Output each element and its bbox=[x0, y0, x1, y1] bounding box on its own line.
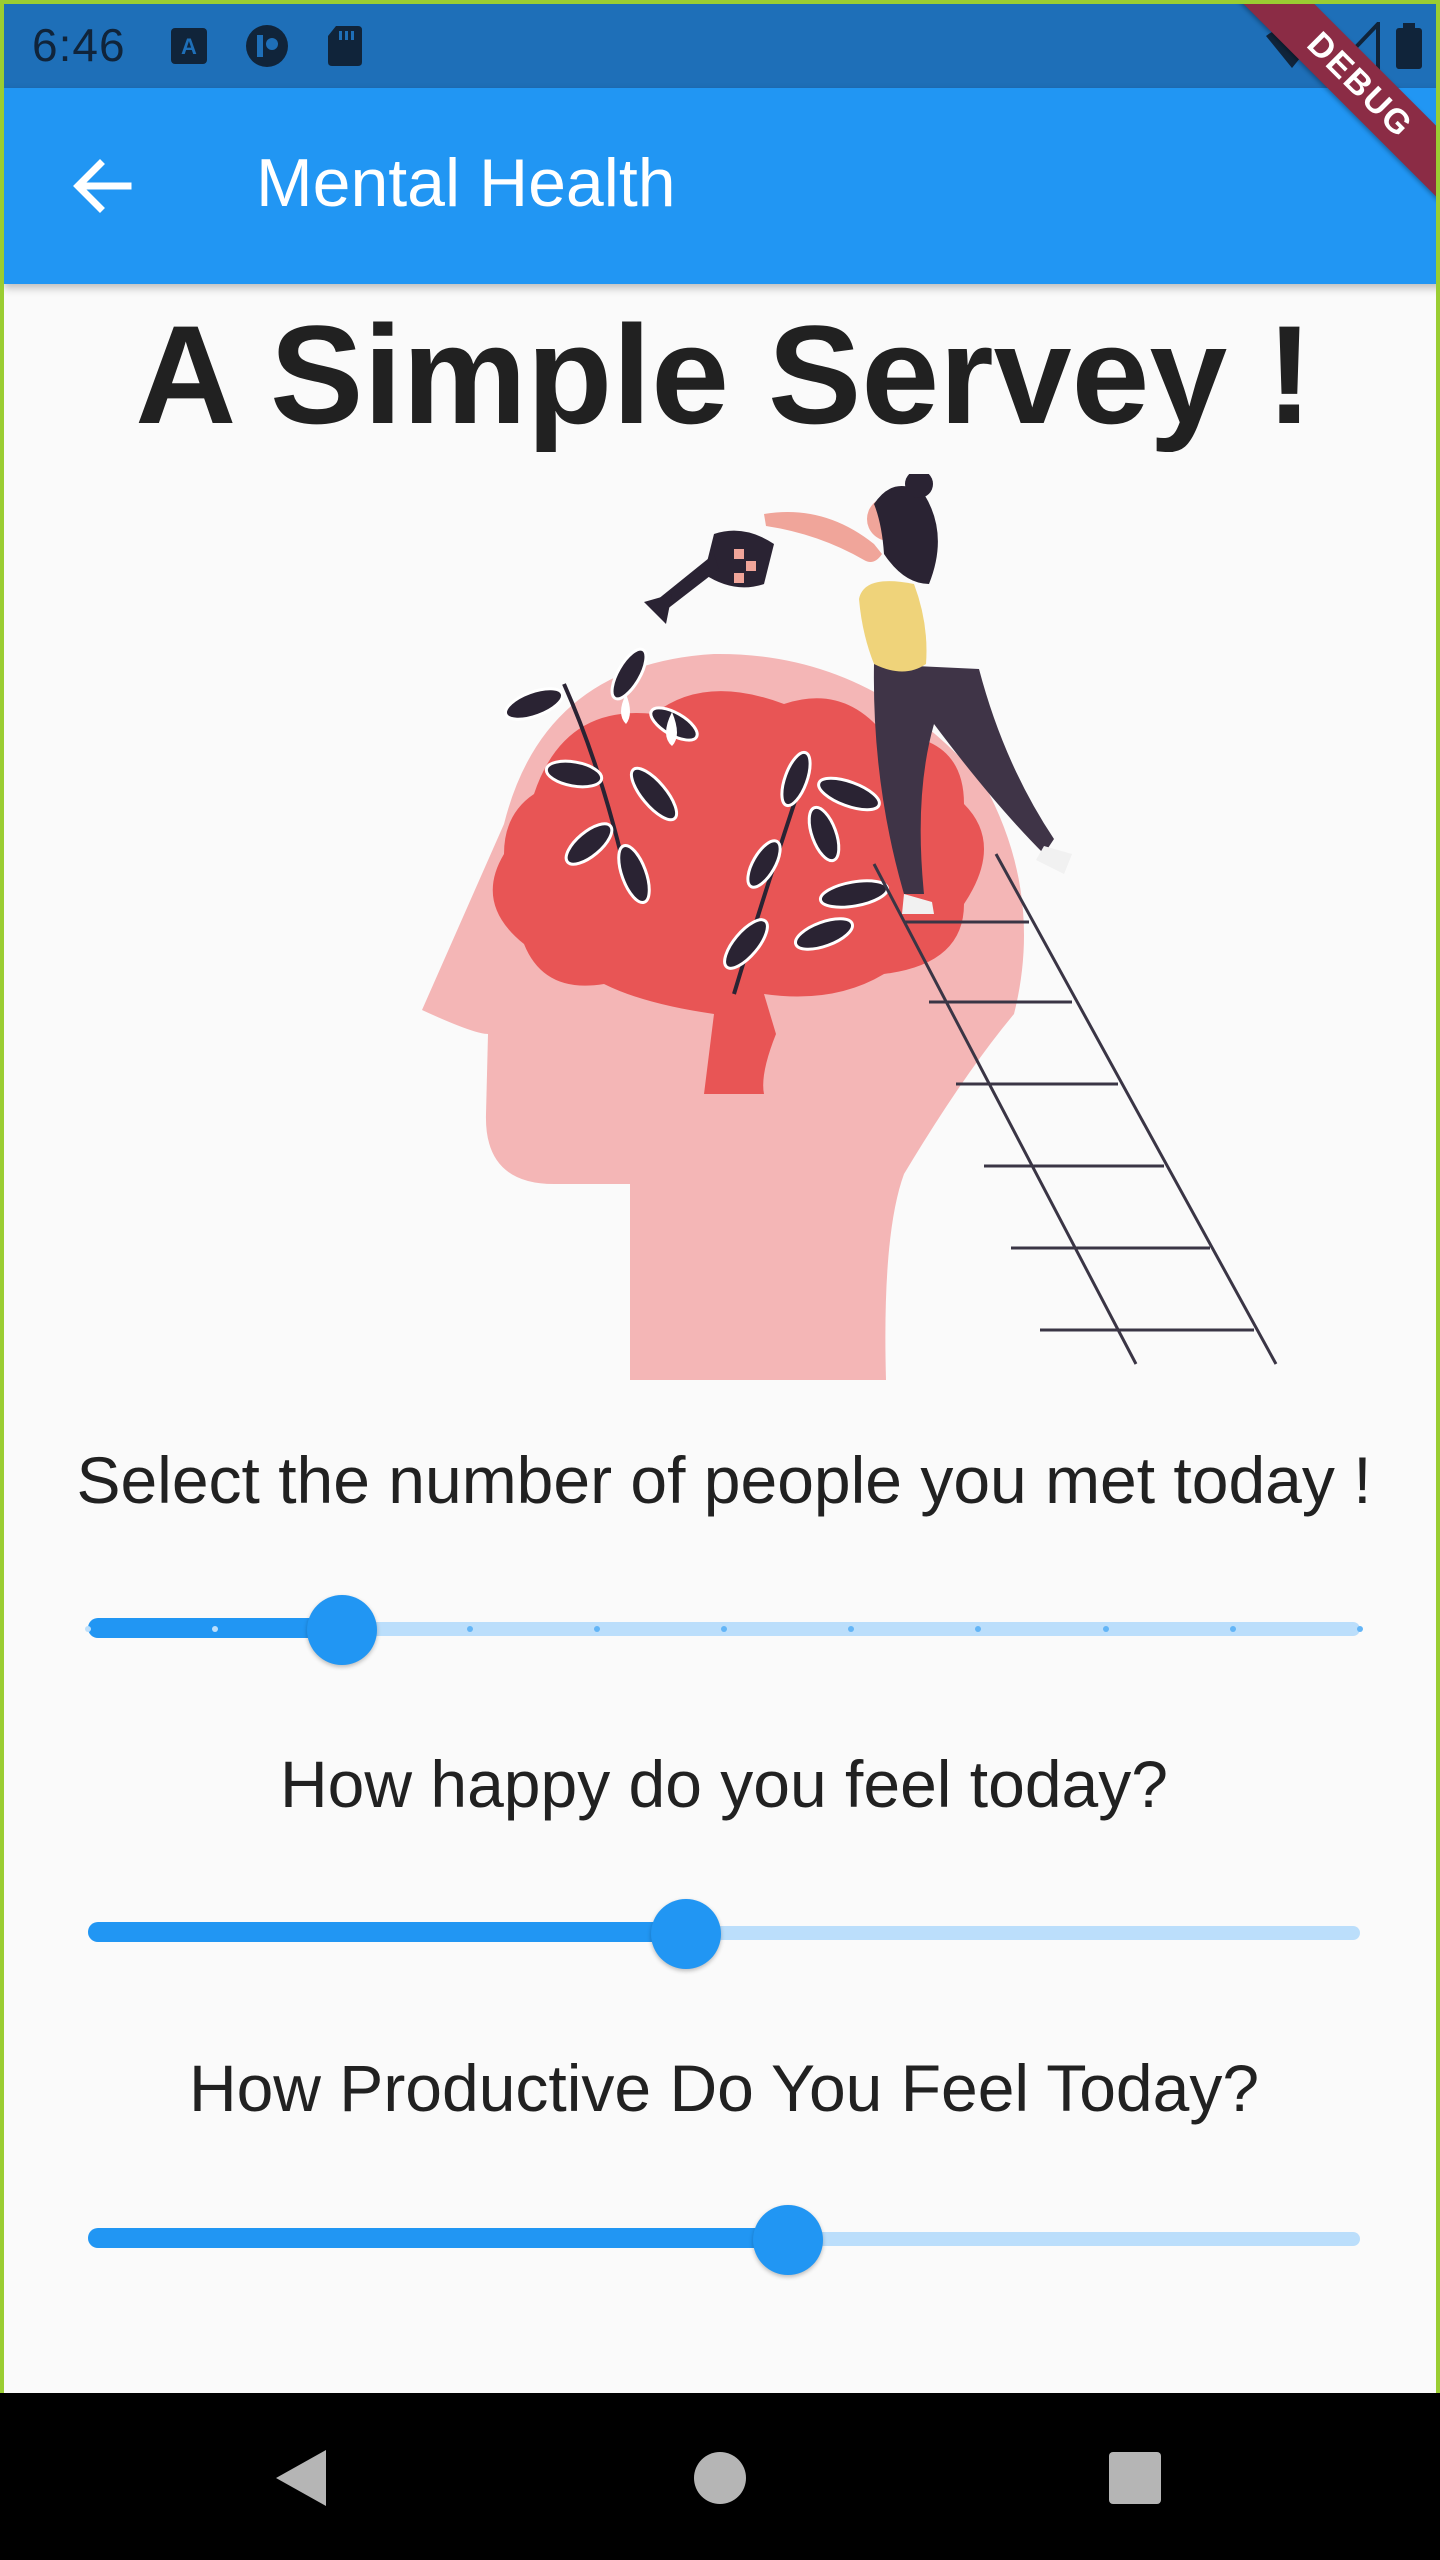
question-productivity: How Productive Do You Feel Today? bbox=[188, 2051, 1260, 2125]
slider-thumb[interactable] bbox=[307, 1595, 378, 1665]
recents-square-icon bbox=[1109, 2452, 1161, 2504]
status-bar: 6:46 A bbox=[4, 4, 1436, 88]
happiness-slider[interactable] bbox=[88, 1888, 1360, 1978]
slider-tick-mark bbox=[1357, 1626, 1363, 1632]
app-frame: 6:46 A Mental Health DEBUG A Simple Serv… bbox=[0, 0, 1440, 2393]
nav-recents-button[interactable] bbox=[1080, 2433, 1190, 2523]
slider-thumb[interactable] bbox=[650, 1899, 721, 1969]
mental-health-plant-illustration bbox=[422, 474, 1278, 1380]
nav-home-button[interactable] bbox=[665, 2433, 775, 2523]
slider-tick-mark bbox=[1102, 1626, 1109, 1632]
app-notification-icon bbox=[246, 25, 288, 67]
home-circle-icon bbox=[694, 2452, 746, 2504]
system-nav-bar bbox=[0, 2393, 1440, 2560]
back-triangle-icon bbox=[276, 2450, 326, 2506]
productivity-slider[interactable] bbox=[88, 2194, 1360, 2284]
people-met-slider[interactable] bbox=[85, 1584, 1363, 1674]
page-heading: A Simple Servey ! bbox=[135, 296, 1313, 453]
slider-active-track bbox=[88, 2228, 788, 2248]
status-time: 6:46 bbox=[32, 19, 126, 71]
back-button[interactable] bbox=[54, 146, 150, 226]
nav-back-button[interactable] bbox=[245, 2433, 355, 2523]
slider-tick-mark bbox=[593, 1626, 600, 1632]
slider-tick-mark bbox=[1229, 1626, 1236, 1632]
app-bar: Mental Health bbox=[4, 88, 1436, 284]
slider-active-track bbox=[88, 1922, 686, 1942]
battery-icon bbox=[1396, 23, 1422, 69]
slider-tick-mark bbox=[466, 1626, 473, 1632]
slider-tick-mark bbox=[85, 1626, 91, 1632]
app-title: Mental Health bbox=[256, 145, 676, 221]
question-happiness: How happy do you feel today? bbox=[280, 1747, 1168, 1821]
sd-card-icon bbox=[328, 26, 362, 66]
question-people-met: Select the number of people you met toda… bbox=[76, 1443, 1372, 1517]
svg-text:A: A bbox=[181, 34, 197, 59]
slider-tick-mark bbox=[721, 1626, 727, 1632]
arrow-back-icon bbox=[73, 159, 132, 213]
a-notification-icon: A bbox=[171, 28, 207, 64]
slider-thumb[interactable] bbox=[752, 2205, 823, 2275]
